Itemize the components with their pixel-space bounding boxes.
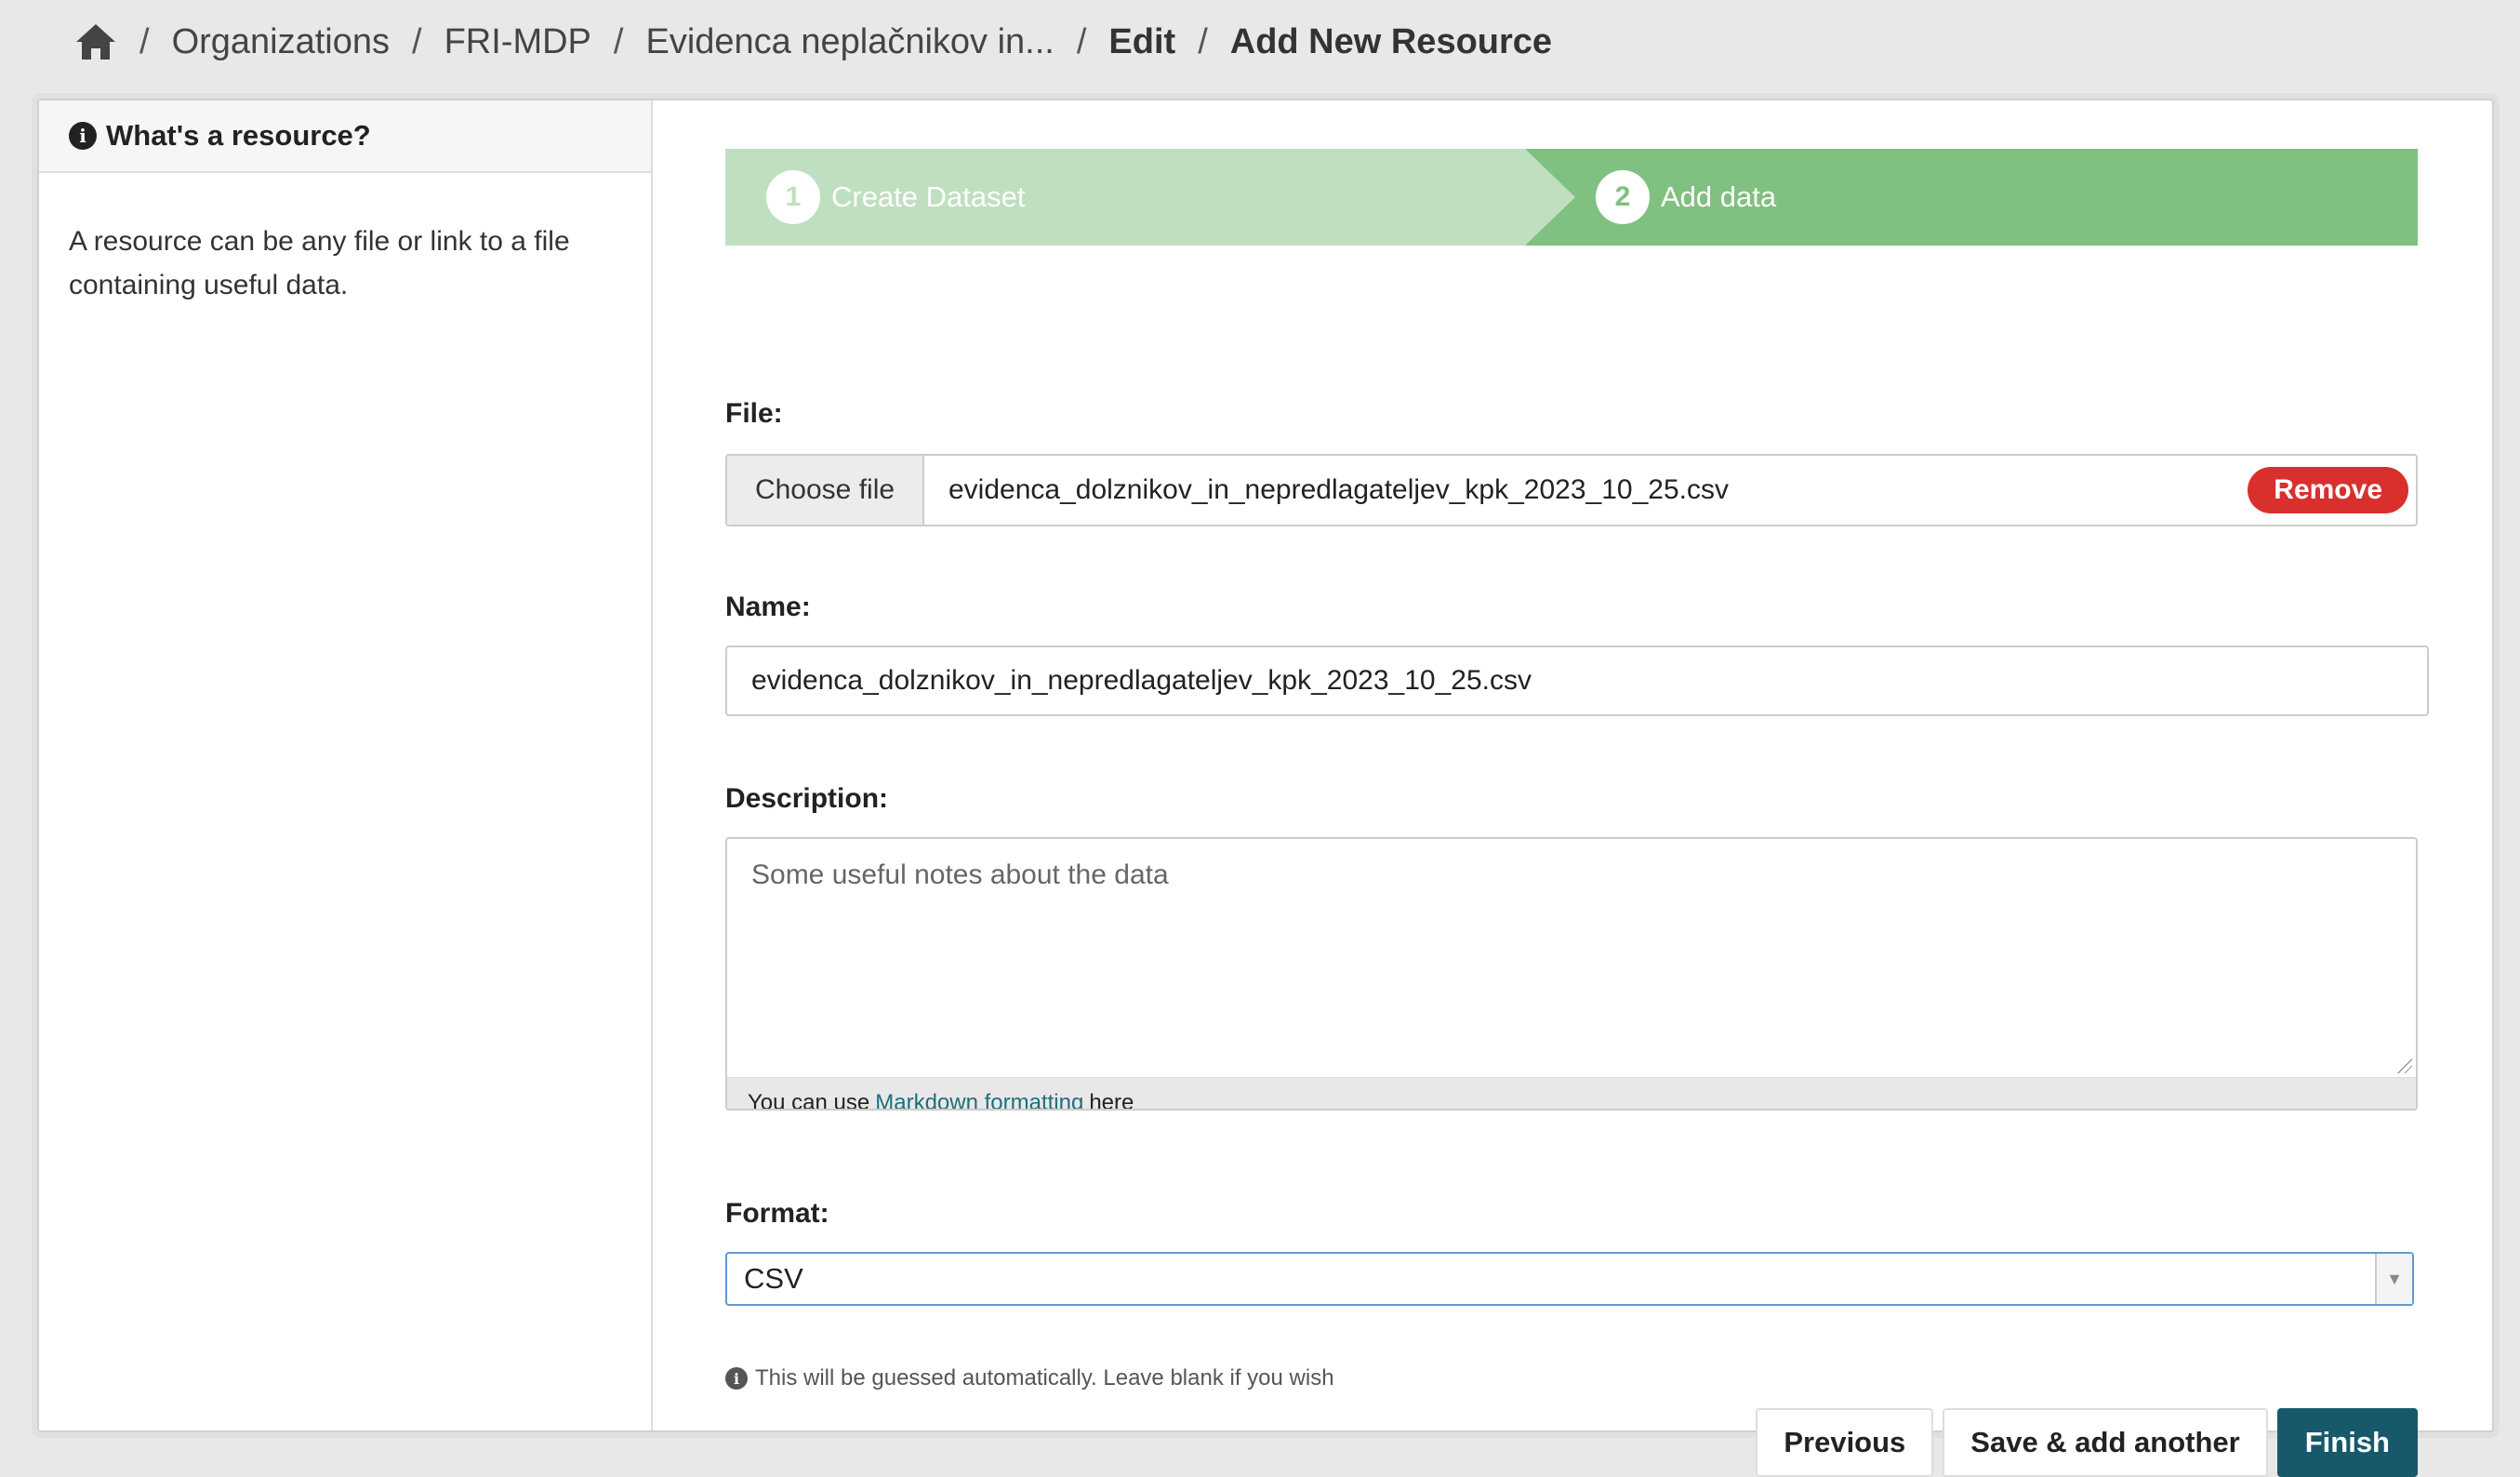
previous-button[interactable]: Previous (1756, 1408, 1934, 1477)
resize-handle-icon[interactable] (2397, 1058, 2412, 1073)
format-help: i This will be guessed automatically. Le… (725, 1365, 1334, 1391)
stage-create-dataset[interactable]: 1 Create Dataset (725, 149, 1575, 246)
stage-add-data: 2 Add data (1525, 149, 2418, 246)
markdown-formatting-link[interactable]: Markdown formatting (875, 1090, 1083, 1109)
file-upload-field: Choose file evidenca_dolznikov_in_nepred… (725, 454, 2418, 526)
breadcrumb-separator: / (613, 21, 624, 61)
description-placeholder: Some useful notes about the data (751, 859, 1169, 890)
breadcrumb-separator: / (412, 21, 422, 61)
stage-label: Add data (1661, 180, 1777, 213)
save-add-another-button[interactable]: Save & add another (1943, 1408, 2268, 1477)
markdown-help: You can use Markdown formatting here (727, 1077, 2416, 1111)
sidebar-header: i What's a resource? (39, 100, 651, 173)
info-icon: i (725, 1367, 748, 1390)
format-label: Format: (725, 1198, 829, 1229)
stages-progress: 1 Create Dataset 2 Add data (725, 149, 2418, 246)
breadcrumb-organizations[interactable]: Organizations (172, 22, 390, 62)
home-icon[interactable] (74, 22, 117, 61)
sidebar-title: What's a resource? (106, 119, 371, 152)
name-label: Name: (725, 592, 811, 622)
main-panel: i What's a resource? A resource can be a… (37, 99, 2494, 1477)
stage-arrow (1525, 149, 1575, 246)
form-actions: Previous Save & add another Finish (1756, 1408, 2418, 1477)
stage-number: 1 (766, 170, 820, 224)
remove-file-button[interactable]: Remove (2248, 467, 2408, 513)
description-label: Description: (725, 783, 889, 814)
breadcrumb-dataset[interactable]: Evidenca neplačnikov in... (645, 22, 1054, 62)
breadcrumb-separator: / (139, 21, 150, 61)
resource-form: 1 Create Dataset 2 Add data File: Choose… (725, 149, 2429, 1477)
breadcrumb-separator: / (1076, 21, 1087, 61)
chevron-down-icon[interactable]: ▼ (2375, 1254, 2412, 1304)
name-input[interactable]: evidenca_dolznikov_in_nepredlagateljev_k… (725, 645, 2429, 716)
breadcrumb: / Organizations / FRI-MDP / Evidenca nep… (74, 17, 1552, 67)
breadcrumb-current: Add New Resource (1229, 21, 1553, 61)
breadcrumb-organization[interactable]: FRI-MDP (444, 22, 591, 62)
description-textarea[interactable]: Some useful notes about the data (727, 839, 2416, 1077)
file-label: File: (725, 398, 783, 429)
markdown-help-suffix: here (1089, 1090, 1134, 1111)
sidebar: i What's a resource? A resource can be a… (39, 100, 653, 1430)
choose-file-button[interactable]: Choose file (727, 456, 924, 525)
sidebar-description: A resource can be any file or link to a … (69, 226, 570, 300)
info-icon: i (69, 122, 97, 150)
finish-button[interactable]: Finish (2276, 1408, 2418, 1477)
stage-label: Create Dataset (831, 180, 1026, 213)
stage-number: 2 (1596, 170, 1650, 224)
description-field: Some useful notes about the data You can… (725, 837, 2418, 1111)
markdown-help-prefix: You can use (748, 1090, 870, 1111)
format-help-text: This will be guessed automatically. Leav… (755, 1365, 1334, 1391)
breadcrumb-separator: / (1198, 21, 1208, 61)
breadcrumb-edit[interactable]: Edit (1108, 22, 1175, 62)
format-select[interactable]: CSV ▼ (725, 1252, 2414, 1306)
format-value: CSV (744, 1262, 803, 1295)
file-name: evidenca_dolznikov_in_nepredlagateljev_k… (948, 474, 1729, 505)
